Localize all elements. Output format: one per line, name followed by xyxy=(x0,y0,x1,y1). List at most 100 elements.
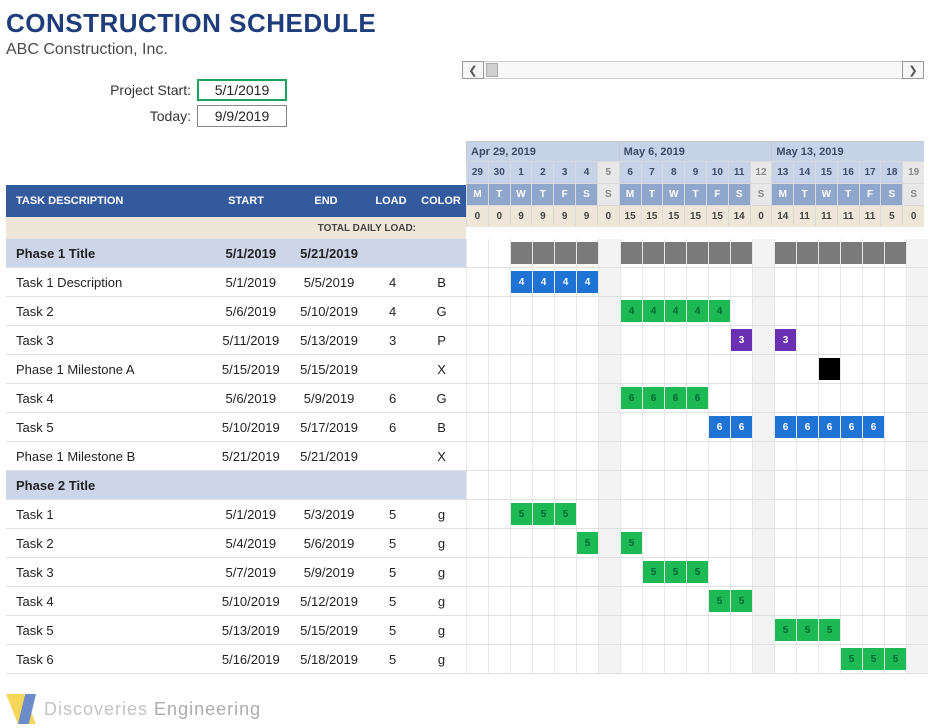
task-bar[interactable]: 3 xyxy=(775,329,796,351)
task-row[interactable]: Task 25/4/20195/6/20195g xyxy=(6,529,466,558)
task-bar[interactable]: 5 xyxy=(577,532,598,554)
scroll-left-button[interactable]: ❮ xyxy=(462,61,484,79)
task-bar[interactable]: 6 xyxy=(709,416,730,438)
task-bar[interactable]: 5 xyxy=(643,561,664,583)
task-load: 5 xyxy=(368,536,417,551)
phase-bar[interactable] xyxy=(555,242,576,264)
gantt-cell xyxy=(796,384,818,412)
task-bar[interactable]: 6 xyxy=(687,387,708,409)
milestone-marker[interactable] xyxy=(819,358,840,380)
gantt-cell xyxy=(840,355,862,383)
gantt-cell xyxy=(818,355,840,383)
phase-row[interactable]: Phase 1 Title5/1/20195/21/2019 xyxy=(6,239,466,268)
task-description: Phase 1 Milestone B xyxy=(6,442,212,470)
gantt-cell xyxy=(488,384,510,412)
task-bar[interactable]: 5 xyxy=(819,619,840,641)
task-bar[interactable]: 5 xyxy=(709,590,730,612)
task-bar[interactable]: 4 xyxy=(511,271,532,293)
task-row[interactable]: Task 55/13/20195/15/20195g xyxy=(6,616,466,645)
task-row[interactable]: Phase 1 Milestone A5/15/20195/15/2019X xyxy=(6,355,466,384)
task-bar[interactable]: 4 xyxy=(555,271,576,293)
phase-bar[interactable] xyxy=(797,242,818,264)
task-row[interactable]: Task 25/6/20195/10/20194G xyxy=(6,297,466,326)
task-bar[interactable]: 5 xyxy=(533,503,554,525)
phase-bar[interactable] xyxy=(863,242,884,264)
gantt-cell xyxy=(708,239,730,267)
project-start-input[interactable]: 5/1/2019 xyxy=(197,79,287,101)
task-bar[interactable]: 5 xyxy=(775,619,796,641)
phase-bar[interactable] xyxy=(643,242,664,264)
task-bar[interactable]: 6 xyxy=(621,387,642,409)
phase-bar[interactable] xyxy=(665,242,686,264)
day-number-cell: 15 xyxy=(815,161,837,183)
gantt-cell xyxy=(840,500,862,528)
scroll-track[interactable] xyxy=(484,61,902,79)
task-bar[interactable]: 5 xyxy=(687,561,708,583)
gantt-cell xyxy=(620,268,642,296)
phase-bar[interactable] xyxy=(709,242,730,264)
gantt-cell xyxy=(466,558,488,586)
task-bar[interactable]: 6 xyxy=(819,416,840,438)
scroll-right-button[interactable]: ❯ xyxy=(902,61,924,79)
task-bar[interactable]: 4 xyxy=(687,300,708,322)
task-bar[interactable]: 5 xyxy=(797,619,818,641)
phase-bar[interactable] xyxy=(731,242,752,264)
task-bar[interactable]: 5 xyxy=(665,561,686,583)
task-bar[interactable]: 5 xyxy=(731,590,752,612)
gantt-cell xyxy=(598,442,620,470)
task-bar[interactable]: 3 xyxy=(731,329,752,351)
task-bar[interactable]: 6 xyxy=(841,416,862,438)
gantt-cell xyxy=(774,500,796,528)
task-row[interactable]: Task 45/6/20195/9/20196G xyxy=(6,384,466,413)
phase-bar[interactable] xyxy=(775,242,796,264)
gantt-cell xyxy=(642,587,664,615)
phase-bar[interactable] xyxy=(841,242,862,264)
task-bar[interactable]: 6 xyxy=(797,416,818,438)
task-bar[interactable]: 5 xyxy=(885,648,906,670)
phase-row[interactable]: Phase 2 Title xyxy=(6,471,466,500)
phase-bar[interactable] xyxy=(533,242,554,264)
gantt-cell xyxy=(818,645,840,673)
day-number-cell: 17 xyxy=(859,161,881,183)
task-row[interactable]: Task 35/7/20195/9/20195g xyxy=(6,558,466,587)
task-bar[interactable]: 4 xyxy=(643,300,664,322)
task-bar[interactable]: 5 xyxy=(621,532,642,554)
task-end: 5/15/2019 xyxy=(290,623,368,638)
phase-bar[interactable] xyxy=(687,242,708,264)
task-bar[interactable]: 4 xyxy=(621,300,642,322)
phase-bar[interactable] xyxy=(885,242,906,264)
task-bar[interactable]: 6 xyxy=(665,387,686,409)
task-bar[interactable]: 4 xyxy=(577,271,598,293)
phase-bar[interactable] xyxy=(577,242,598,264)
task-row[interactable]: Task 1 Description5/1/20195/5/20194B xyxy=(6,268,466,297)
phase-bar[interactable] xyxy=(511,242,532,264)
task-start: 5/1/2019 xyxy=(212,507,290,522)
task-bar[interactable]: 5 xyxy=(863,648,884,670)
phase-bar[interactable] xyxy=(621,242,642,264)
gantt-cell xyxy=(884,587,906,615)
task-bar[interactable]: 5 xyxy=(511,503,532,525)
gantt-cell xyxy=(642,471,664,499)
task-bar[interactable]: 6 xyxy=(863,416,884,438)
task-bar[interactable]: 6 xyxy=(775,416,796,438)
task-row[interactable]: Task 65/16/20195/18/20195g xyxy=(6,645,466,674)
task-row[interactable]: Task 15/1/20195/3/20195g xyxy=(6,500,466,529)
task-bar[interactable]: 4 xyxy=(709,300,730,322)
gantt-cell: 4 xyxy=(686,297,708,325)
horizontal-scrollbar[interactable]: ❮ ❯ xyxy=(462,62,924,78)
task-row[interactable]: Task 45/10/20195/12/20195g xyxy=(6,587,466,616)
gantt-row: 555 xyxy=(466,616,928,645)
gantt-cell xyxy=(466,297,488,325)
task-bar[interactable]: 6 xyxy=(643,387,664,409)
task-bar[interactable]: 5 xyxy=(841,648,862,670)
today-input[interactable]: 9/9/2019 xyxy=(197,105,287,127)
task-row[interactable]: Task 55/10/20195/17/20196B xyxy=(6,413,466,442)
task-row[interactable]: Phase 1 Milestone B5/21/20195/21/2019X xyxy=(6,442,466,471)
phase-bar[interactable] xyxy=(819,242,840,264)
task-bar[interactable]: 4 xyxy=(665,300,686,322)
task-bar[interactable]: 5 xyxy=(555,503,576,525)
task-bar[interactable]: 4 xyxy=(533,271,554,293)
task-bar[interactable]: 6 xyxy=(731,416,752,438)
scroll-thumb[interactable] xyxy=(486,63,498,77)
task-row[interactable]: Task 35/11/20195/13/20193P xyxy=(6,326,466,355)
